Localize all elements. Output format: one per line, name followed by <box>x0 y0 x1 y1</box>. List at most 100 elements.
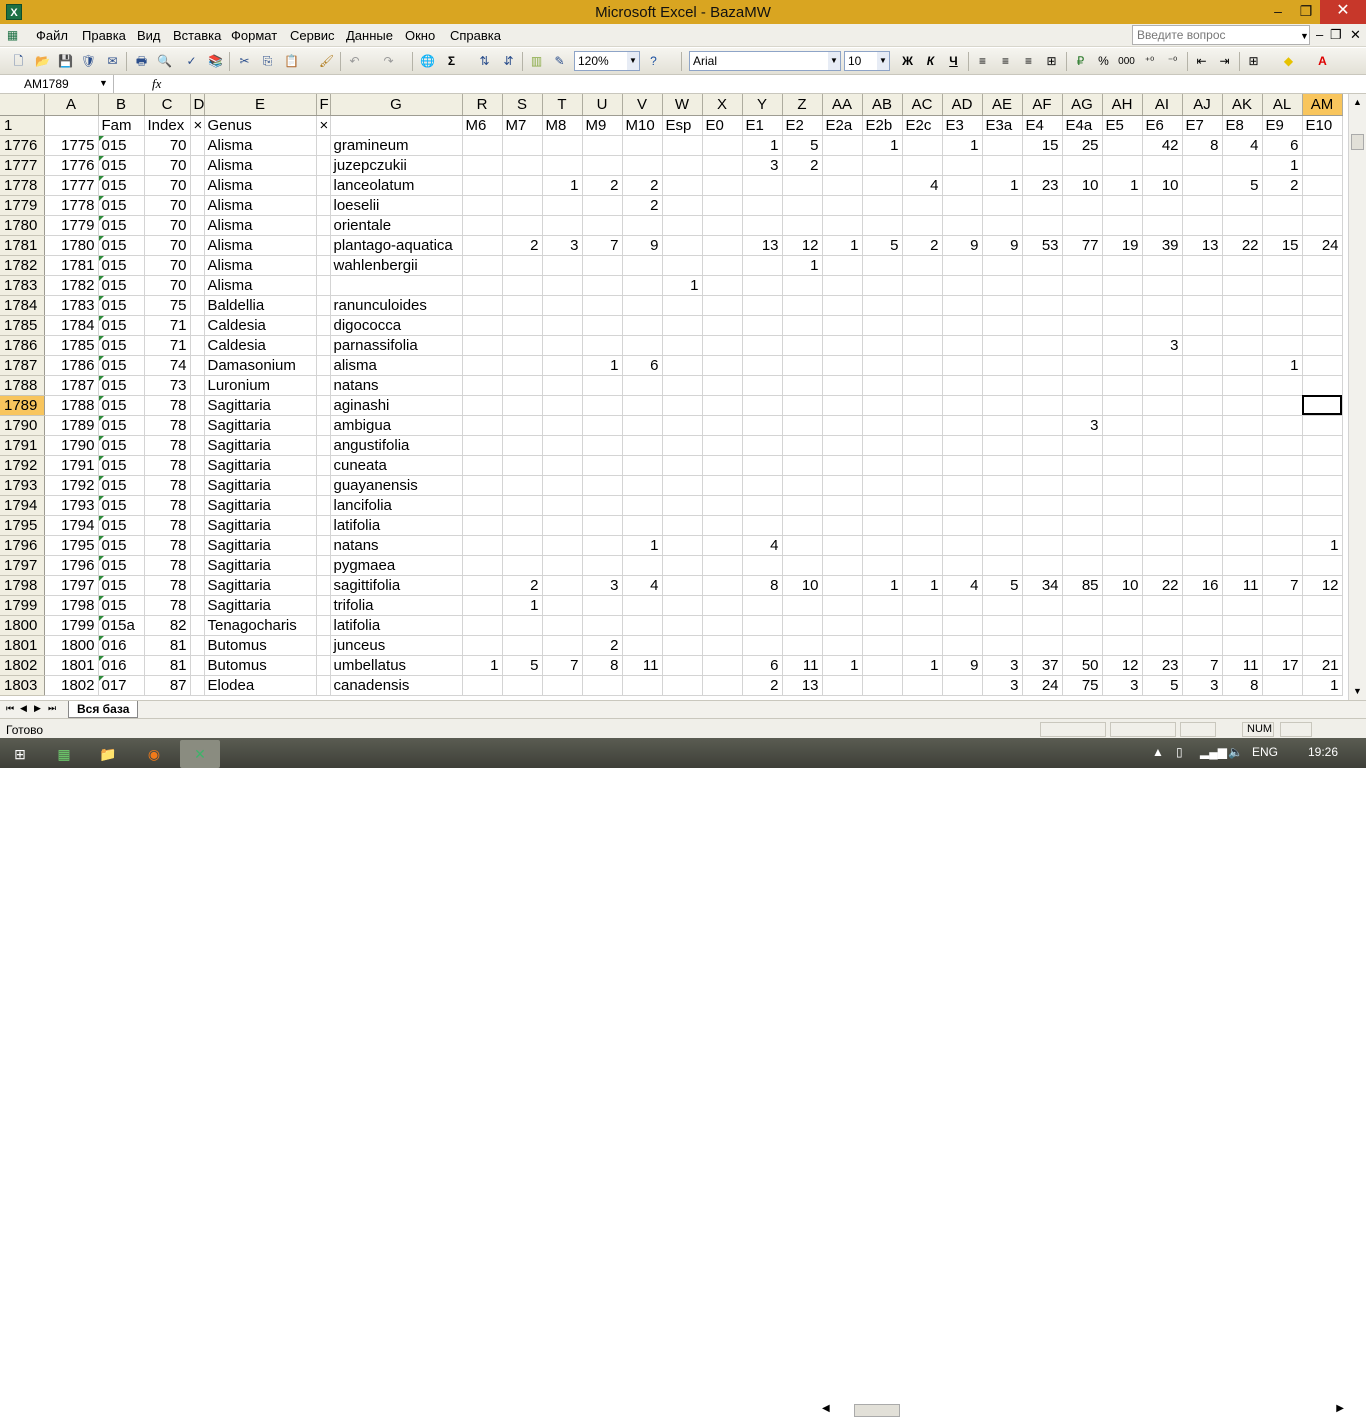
cell[interactable] <box>542 355 583 376</box>
cell[interactable]: 6 <box>622 355 663 376</box>
thousands-button[interactable]: 000 <box>1118 53 1135 70</box>
cell[interactable] <box>702 595 743 616</box>
cell[interactable] <box>822 135 863 156</box>
cell[interactable] <box>502 675 543 696</box>
cell[interactable] <box>782 535 823 556</box>
cell[interactable] <box>982 495 1023 516</box>
cell[interactable] <box>862 635 903 656</box>
cell[interactable] <box>622 515 663 536</box>
currency-icon[interactable]: ₽ <box>1072 53 1089 70</box>
cell[interactable] <box>902 395 943 416</box>
row-header[interactable]: 1785 <box>0 315 45 336</box>
cell[interactable] <box>982 155 1023 176</box>
cell[interactable] <box>1142 495 1183 516</box>
cell[interactable]: 75 <box>1062 675 1103 696</box>
cell[interactable]: E8 <box>1222 115 1263 136</box>
cell[interactable]: 5 <box>1222 175 1263 196</box>
cell[interactable] <box>742 255 783 276</box>
cell[interactable] <box>662 295 703 316</box>
cell[interactable] <box>1022 295 1063 316</box>
cell[interactable] <box>622 555 663 576</box>
cell[interactable] <box>622 295 663 316</box>
cell[interactable] <box>1222 295 1263 316</box>
cell[interactable] <box>190 295 205 316</box>
cell[interactable] <box>1102 435 1143 456</box>
cell[interactable] <box>862 595 903 616</box>
cell[interactable] <box>462 555 503 576</box>
cell[interactable]: 016 <box>98 635 145 656</box>
cell[interactable] <box>982 375 1023 396</box>
percent-button[interactable]: % <box>1095 53 1112 70</box>
row-header[interactable]: 1778 <box>0 175 45 196</box>
cell[interactable]: 3 <box>982 675 1023 696</box>
cell[interactable]: 81 <box>144 655 191 676</box>
cell[interactable] <box>1222 395 1263 416</box>
cell[interactable] <box>542 275 583 296</box>
cell[interactable]: 1 <box>782 255 823 276</box>
cell[interactable]: E7 <box>1182 115 1223 136</box>
cell[interactable]: 015 <box>98 235 145 256</box>
cell[interactable]: 8 <box>1182 135 1223 156</box>
cell[interactable] <box>782 555 823 576</box>
cell[interactable] <box>542 295 583 316</box>
cell[interactable] <box>662 555 703 576</box>
cell[interactable] <box>862 155 903 176</box>
cell[interactable] <box>1062 335 1103 356</box>
cell[interactable]: 2 <box>782 155 823 176</box>
cell[interactable] <box>316 535 331 556</box>
cell[interactable] <box>582 475 623 496</box>
cell[interactable] <box>190 675 205 696</box>
cell[interactable] <box>1142 635 1183 656</box>
cell[interactable]: 25 <box>1062 135 1103 156</box>
cell[interactable] <box>622 275 663 296</box>
cell[interactable] <box>942 395 983 416</box>
cell[interactable] <box>702 615 743 636</box>
cell[interactable] <box>1142 595 1183 616</box>
cell[interactable] <box>542 335 583 356</box>
cell[interactable]: 42 <box>1142 135 1183 156</box>
align-left-icon[interactable]: ≡ <box>974 53 991 70</box>
cell[interactable]: 6 <box>1262 135 1303 156</box>
cell[interactable]: 1 <box>462 655 503 676</box>
cell[interactable]: 16 <box>1182 575 1223 596</box>
cell[interactable]: 1794 <box>44 515 99 536</box>
cell[interactable]: 015 <box>98 435 145 456</box>
cell[interactable] <box>1262 455 1303 476</box>
cell[interactable]: 015 <box>98 475 145 496</box>
fx-icon[interactable]: fx <box>152 76 161 92</box>
cell[interactable] <box>662 475 703 496</box>
row-header[interactable]: 1792 <box>0 455 45 476</box>
cell[interactable] <box>822 615 863 636</box>
cell[interactable] <box>822 315 863 336</box>
cell[interactable]: latifolia <box>330 615 463 636</box>
cell[interactable]: 1 <box>862 575 903 596</box>
cell[interactable]: 016 <box>98 655 145 676</box>
cell[interactable] <box>190 275 205 296</box>
column-header[interactable]: Z <box>782 94 823 116</box>
cell[interactable]: 015 <box>98 395 145 416</box>
cell[interactable]: 4 <box>902 175 943 196</box>
cell[interactable]: E3 <box>942 115 983 136</box>
cell[interactable] <box>782 615 823 636</box>
cell[interactable] <box>1062 195 1103 216</box>
cell[interactable] <box>702 295 743 316</box>
cell[interactable]: 1 <box>1262 155 1303 176</box>
cell[interactable] <box>462 155 503 176</box>
cell[interactable] <box>542 395 583 416</box>
cell[interactable] <box>1142 375 1183 396</box>
menu-format[interactable]: Формат <box>231 28 277 43</box>
cell[interactable] <box>902 475 943 496</box>
cell[interactable] <box>190 315 205 336</box>
column-header[interactable]: AB <box>862 94 903 116</box>
cell[interactable]: × <box>190 115 205 136</box>
cell[interactable]: lancifolia <box>330 495 463 516</box>
cell[interactable] <box>1102 335 1143 356</box>
cell[interactable]: E4a <box>1062 115 1103 136</box>
cell[interactable] <box>702 515 743 536</box>
cell[interactable]: Luronium <box>204 375 317 396</box>
cell[interactable] <box>902 315 943 336</box>
cell[interactable]: 3 <box>1142 335 1183 356</box>
cell[interactable] <box>782 315 823 336</box>
sheet-tab-vsya-baza[interactable]: Вся база <box>68 701 139 718</box>
cell[interactable] <box>822 415 863 436</box>
